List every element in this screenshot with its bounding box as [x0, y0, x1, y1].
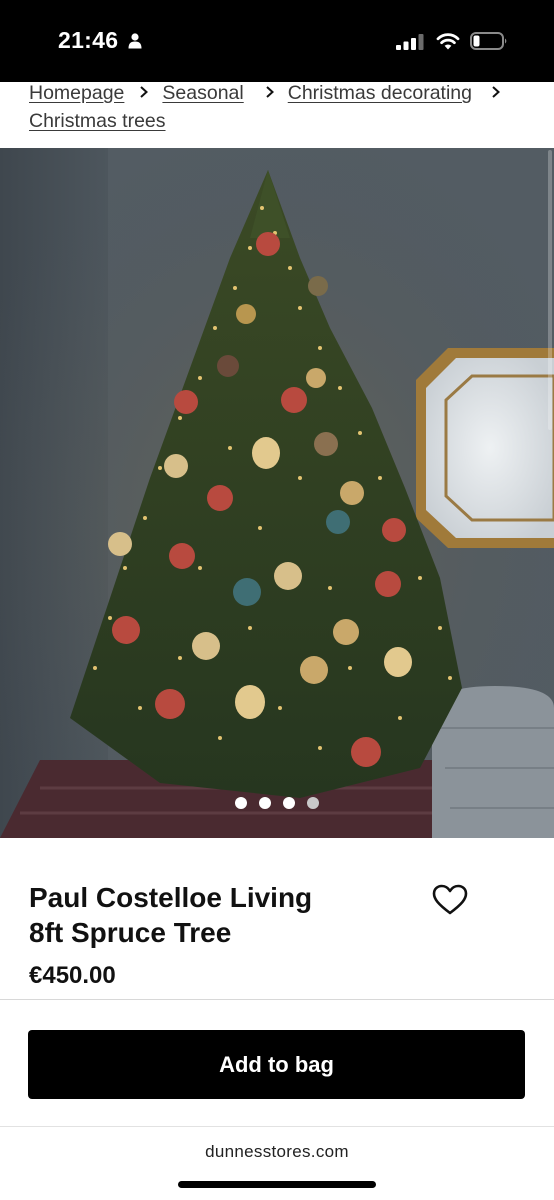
home-indicator[interactable] — [178, 1181, 376, 1188]
product-title-line2: 8ft Spruce Tree — [29, 917, 232, 948]
divider — [0, 999, 554, 1000]
product-title-line1: Paul Costelloe Living — [29, 882, 313, 913]
breadcrumb-christmas-trees-link[interactable]: Christmas trees — [29, 110, 166, 132]
browser-url[interactable]: dunnesstores.com — [0, 1142, 554, 1162]
product-title: Paul Costelloe Living 8ft Spruce Tree — [29, 880, 409, 950]
carousel-dot-1[interactable] — [235, 797, 247, 809]
scroll-indicator — [548, 150, 552, 430]
signal-icon — [396, 34, 424, 50]
chevron-right-icon — [492, 86, 500, 98]
product-photo — [0, 148, 554, 838]
breadcrumb-homepage-link[interactable]: Homepage — [29, 82, 124, 104]
heart-icon[interactable] — [432, 884, 468, 916]
carousel-dot-3[interactable] — [283, 797, 295, 809]
carousel-dots — [0, 796, 554, 814]
chevron-right-icon — [140, 86, 149, 98]
battery-icon — [470, 32, 507, 50]
status-time: 21:46 — [58, 27, 119, 53]
wifi-icon — [436, 33, 460, 50]
breadcrumb-seasonal-link[interactable]: Seasonal — [162, 82, 243, 104]
carousel-dot-2[interactable] — [259, 797, 271, 809]
chevron-right-icon — [266, 86, 274, 98]
add-to-bag-button[interactable]: Add to bag — [28, 1030, 525, 1099]
person-icon — [128, 33, 142, 49]
breadcrumb-christmas-decorating-link[interactable]: Christmas decorating — [288, 82, 472, 104]
carousel-dot-4[interactable] — [307, 797, 319, 809]
status-bar: 21:46 — [0, 0, 554, 82]
product-image-carousel[interactable] — [0, 148, 554, 838]
product-price: €450.00 — [29, 962, 116, 989]
divider — [0, 1126, 554, 1127]
